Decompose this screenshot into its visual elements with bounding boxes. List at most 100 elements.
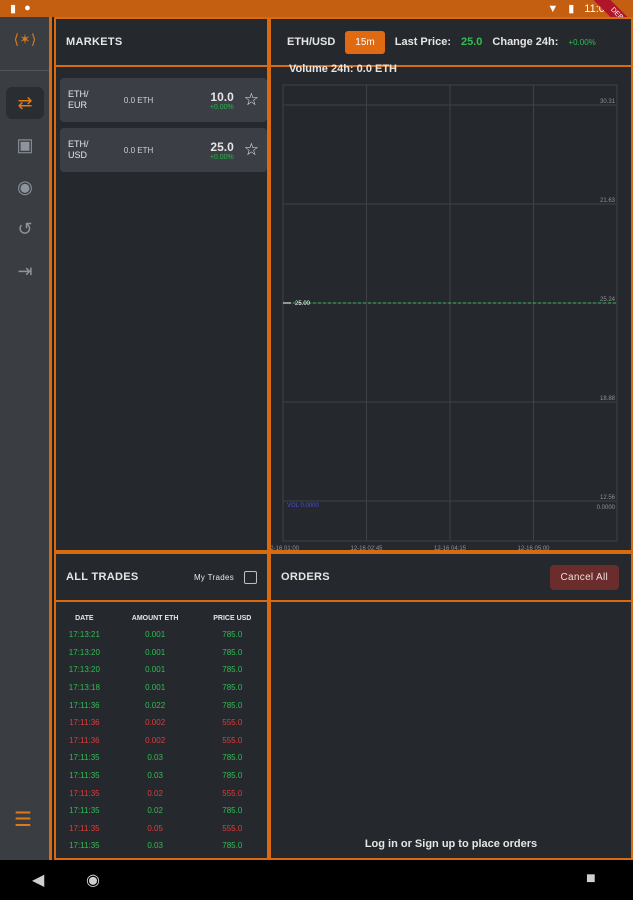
trade-price: 785.0 bbox=[222, 700, 243, 710]
my-trades-checkbox[interactable] bbox=[244, 570, 257, 584]
table-row: 17:13:20 0.001 785.0 bbox=[56, 661, 267, 679]
y-tick-label: 12.56 bbox=[600, 495, 616, 501]
circle-icon: ● bbox=[24, 2, 31, 14]
chart-panel: ETH/USD 15m Last Price: 25.0 Change 24h:… bbox=[269, 17, 633, 552]
change-value: +0.00% bbox=[568, 37, 596, 47]
trade-time: 17:13:21 bbox=[68, 630, 100, 640]
market-card-eth-eur[interactable]: ETH/ EUR 0.0 ETH 10.0 +0.00% ☆ bbox=[60, 78, 267, 122]
change-label: Change 24h: bbox=[492, 36, 559, 48]
exchange-icon: ⇄ bbox=[17, 92, 33, 113]
market-price: 10.0 bbox=[210, 89, 234, 104]
logo-icon: ⟨✶⟩ bbox=[13, 31, 37, 47]
y-tick-label: 18.88 bbox=[600, 396, 616, 402]
x-tick-label: 12-16 04:15 bbox=[434, 546, 467, 551]
trade-amount: 0.02 bbox=[147, 788, 163, 798]
star-icon[interactable]: ☆ bbox=[244, 90, 259, 110]
history-icon: ↺ bbox=[17, 218, 33, 239]
trade-time: 17:11:35 bbox=[69, 841, 100, 851]
sidebar-item-exchange[interactable]: ⇄ bbox=[6, 87, 44, 119]
my-trades-label: My Trades bbox=[193, 572, 234, 582]
sidebar-divider bbox=[0, 70, 49, 71]
market-change: +0.00% bbox=[209, 103, 234, 111]
trade-price: 555.0 bbox=[222, 823, 243, 833]
trade-time: 17:11:36 bbox=[69, 735, 100, 745]
trade-price: 785.0 bbox=[222, 683, 243, 693]
x-tick-label: 12-16 05:00 bbox=[517, 546, 550, 551]
trades-title: ALL TRADES bbox=[66, 571, 139, 583]
trade-price: 785.0 bbox=[222, 665, 243, 675]
table-row: 17:11:36 0.022 785.0 bbox=[56, 696, 267, 714]
trade-price: 555.0 bbox=[222, 735, 243, 745]
trade-time: 17:11:36 bbox=[69, 718, 100, 728]
current-price-label: 25.00 bbox=[295, 301, 311, 307]
market-volume: 0.0 ETH bbox=[123, 95, 154, 105]
star-icon[interactable]: ☆ bbox=[244, 140, 259, 160]
trade-amount: 0.001 bbox=[145, 683, 166, 693]
table-row: 17:11:36 0.002 555.0 bbox=[56, 732, 267, 750]
sidebar-item-login[interactable]: ⇥ bbox=[6, 255, 44, 287]
sidebar-item-account[interactable]: ◉ bbox=[6, 171, 44, 203]
trades-table: DATE AMOUNT ETH PRICE USD 17:13:21 0.001 7… bbox=[56, 610, 267, 872]
table-row: 17:11:36 0.002 555.0 bbox=[56, 714, 267, 732]
markets-panel: MARKETS ETH/ EUR 0.0 ETH 10.0 +0.00% ☆ E… bbox=[54, 17, 269, 552]
column-amount: AMOUNT ETH bbox=[131, 614, 179, 622]
system-nav-bar: ◀ ◉ ■ bbox=[0, 860, 633, 900]
sidebar-item-wallet[interactable]: ▣ bbox=[6, 129, 44, 161]
table-row: 17:13:20 0.001 785.0 bbox=[56, 644, 267, 662]
chart-x-axis: 12-16 01:00 12-16 02:45 12-16 04:15 12-16 0… bbox=[271, 546, 550, 551]
trade-amount: 0.001 bbox=[145, 665, 166, 675]
trade-price: 785.0 bbox=[222, 630, 243, 640]
table-row: 17:11:35 0.05 555.0 bbox=[56, 820, 267, 838]
y-tick-label: 30.31 bbox=[600, 99, 616, 105]
price-chart[interactable]: 30.31 21.63 25.24 18.88 12.56 0.0000 12-16 01… bbox=[271, 75, 631, 551]
trade-amount: 0.002 bbox=[145, 718, 166, 728]
trade-amount: 0.05 bbox=[147, 823, 163, 833]
status-bar: ▮ ● ▼ ▮ 11:07 DEBUG bbox=[0, 0, 633, 47]
trade-price: 785.0 bbox=[222, 753, 243, 763]
login-icon: ⇥ bbox=[17, 260, 33, 281]
trade-amount: 0.03 bbox=[147, 841, 163, 851]
table-row: 17:11:35 0.02 555.0 bbox=[56, 784, 267, 802]
table-row: 17:13:18 0.001 785.0 bbox=[56, 679, 267, 697]
trade-time: 17:11:35 bbox=[69, 823, 100, 833]
chart-pair: ETH/USD bbox=[287, 36, 336, 48]
column-price: PRICE USD bbox=[213, 614, 252, 622]
market-card-eth-usd[interactable]: ETH/ USD 0.0 ETH 25.0 +0.00% ☆ bbox=[60, 128, 267, 172]
trade-time: 17:13:18 bbox=[68, 683, 100, 693]
y-tick-label: 21.63 bbox=[600, 198, 616, 204]
y-tick-label: 25.24 bbox=[600, 297, 616, 303]
trade-time: 17:13:20 bbox=[68, 647, 100, 657]
y-tick-label-volume: 0.0000 bbox=[597, 505, 616, 511]
timeframe-button[interactable]: 15m bbox=[345, 30, 385, 54]
market-volume: 0.0 ETH bbox=[123, 145, 154, 155]
trade-amount: 0.022 bbox=[145, 700, 166, 710]
orders-empty-message[interactable]: Log in or Sign up to place orders bbox=[271, 838, 631, 850]
table-row: 17:11:35 0.03 785.0 bbox=[56, 837, 267, 855]
back-icon[interactable]: ◀ bbox=[32, 870, 44, 890]
trade-time: 17:11:35 bbox=[69, 771, 100, 781]
table-row: 17:13:21 0.001 785.0 bbox=[56, 626, 267, 644]
trade-time: 17:11:36 bbox=[69, 700, 100, 710]
menu-icon[interactable]: ☰ bbox=[14, 807, 32, 832]
trade-price: 785.0 bbox=[222, 841, 243, 851]
trade-amount: 0.002 bbox=[145, 735, 166, 745]
orders-panel: ORDERS Cancel All Log in or Sign up to p… bbox=[269, 552, 633, 860]
trade-amount: 0.03 bbox=[147, 771, 163, 781]
cancel-all-button[interactable]: Cancel All bbox=[549, 564, 619, 590]
trade-time: 17:11:35 bbox=[69, 753, 100, 763]
market-change: +0.00% bbox=[209, 153, 234, 161]
doc-icon: ▮ bbox=[10, 3, 17, 15]
table-row: 17:11:35 0.03 785.0 bbox=[56, 767, 267, 785]
my-trades-toggle[interactable]: My Trades bbox=[193, 570, 257, 584]
recents-icon[interactable]: ■ bbox=[586, 870, 596, 888]
table-row: 17:11:35 0.03 785.0 bbox=[56, 749, 267, 767]
table-row: 17:11:35 0.02 785.0 bbox=[56, 802, 267, 820]
trade-price: 555.0 bbox=[222, 718, 243, 728]
trade-time: 17:11:35 bbox=[69, 806, 100, 816]
home-icon[interactable]: ◉ bbox=[86, 870, 100, 890]
sidebar-item-history[interactable]: ↺ bbox=[6, 213, 44, 245]
battery-icon: ▮ bbox=[568, 3, 575, 15]
last-price-value: 25.0 bbox=[460, 36, 483, 48]
trade-amount: 0.03 bbox=[147, 753, 163, 763]
trades-panel: ALL TRADES My Trades DATE AMOUNT ETH PRI… bbox=[54, 552, 269, 868]
